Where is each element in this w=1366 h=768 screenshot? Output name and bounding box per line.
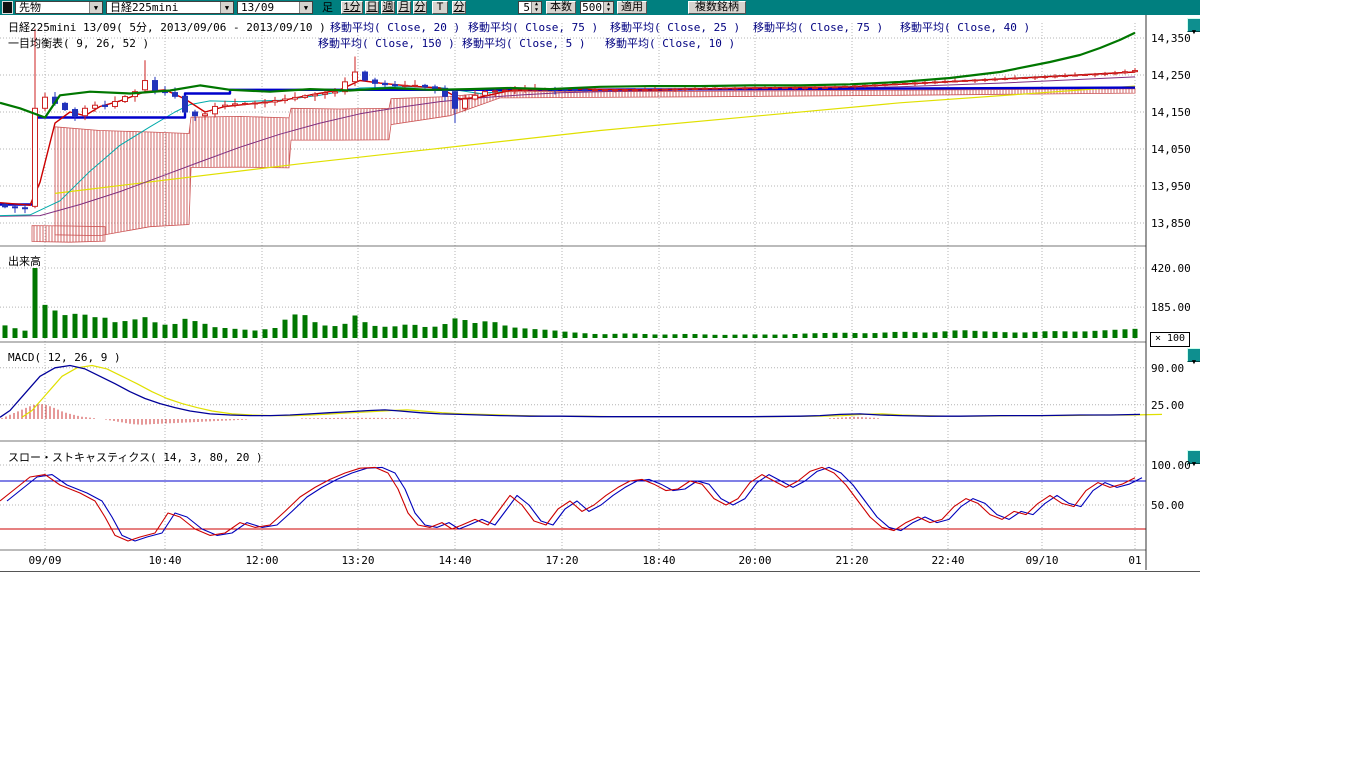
x-axis-label: 12:00	[238, 554, 286, 567]
price-axis-scale-button[interactable]: ▼	[1187, 18, 1200, 32]
period-button-1min[interactable]: 1分	[341, 1, 363, 14]
chevron-down-icon: ▼	[220, 2, 233, 13]
bar-count-value: 500	[581, 2, 603, 13]
y-axis-label: 420.00	[1151, 262, 1191, 275]
chevron-down-icon: ▼	[299, 2, 312, 13]
legend-ma10: 移動平均( Close, 10 )	[605, 35, 735, 51]
y-axis-label: 90.00	[1151, 362, 1184, 375]
contract-month-select[interactable]: 13/09 ▼	[237, 1, 313, 14]
volume-multiplier-badge: × 100	[1150, 332, 1190, 347]
y-axis-label: 14,350	[1151, 32, 1191, 45]
symbol-value: 日経225mini	[107, 2, 220, 13]
period-button-minute[interactable]: 分	[413, 1, 427, 14]
legend-ma40: 移動平均( Close, 40 )	[900, 19, 1030, 35]
y-axis-label: 14,250	[1151, 69, 1191, 82]
legend-chart-title: 日経225mini 13/09( 5分, 2013/09/06 - 2013/0…	[8, 19, 326, 35]
x-axis-label: 09/10	[1018, 554, 1066, 567]
app-icon	[2, 1, 13, 14]
chart-canvas[interactable]	[0, 15, 1200, 571]
trading-app-window: 先物 ▼ 日経225mini ▼ 13/09 ▼ 足 1分 日 週 月 分 T …	[0, 0, 1366, 768]
y-axis-label: 13,950	[1151, 180, 1191, 193]
triangle-down-icon: ▼	[1192, 28, 1196, 36]
x-axis-label: 13:20	[334, 554, 382, 567]
stoch-panel-label: スロー・ストキャスティクス( 14, 3, 80, 20 )	[8, 449, 263, 465]
legend-ma75: 移動平均( Close, 75 )	[468, 19, 598, 35]
spinner-control[interactable]: ▲▼	[531, 2, 541, 13]
x-axis-label: 09/09	[21, 554, 69, 567]
timeframe-label: 足	[322, 1, 333, 14]
legend-ma75b: 移動平均( Close, 75 )	[753, 19, 883, 35]
x-axis-label: 20:00	[731, 554, 779, 567]
period-button-week[interactable]: 週	[381, 1, 395, 14]
x-axis-label: 10:40	[141, 554, 189, 567]
y-axis-label: 50.00	[1151, 499, 1184, 512]
volume-panel-label: 出来高	[8, 253, 41, 269]
x-axis-label: 17:20	[538, 554, 586, 567]
minute-count-input[interactable]: 5 ▲▼	[518, 1, 542, 14]
legend-ma150: 移動平均( Close, 150 )	[318, 35, 455, 51]
symbol-select[interactable]: 日経225mini ▼	[106, 1, 234, 14]
instrument-category-value: 先物	[16, 2, 89, 13]
multi-symbol-button[interactable]: 複数銘柄	[688, 1, 746, 14]
x-axis-label: 22:40	[924, 554, 972, 567]
chart-area: 日経225mini 13/09( 5分, 2013/09/06 - 2013/0…	[0, 15, 1200, 572]
bar-count-button[interactable]: 本数	[546, 1, 576, 14]
apply-button[interactable]: 適用	[617, 1, 647, 14]
legend-ichimoku: 一目均衡表( 9, 26, 52 )	[8, 35, 149, 51]
x-axis-label: 18:40	[635, 554, 683, 567]
triangle-down-icon: ▼	[1192, 460, 1196, 468]
y-axis-label: 14,050	[1151, 143, 1191, 156]
minute-count-value: 5	[519, 2, 531, 13]
legend-ma20: 移動平均( Close, 20 )	[330, 19, 460, 35]
macd-panel-label: MACD( 12, 26, 9 )	[8, 351, 121, 364]
tick-button[interactable]: T	[432, 1, 448, 14]
instrument-category-select[interactable]: 先物 ▼	[15, 1, 103, 14]
y-axis-label: 25.00	[1151, 399, 1184, 412]
period-button-day[interactable]: 日	[365, 1, 379, 14]
y-axis-label: 185.00	[1151, 301, 1191, 314]
x-axis-label: 21:20	[828, 554, 876, 567]
x-axis-label: 14:40	[431, 554, 479, 567]
spinner-control[interactable]: ▲▼	[603, 2, 613, 13]
legend-ma25: 移動平均( Close, 25 )	[610, 19, 740, 35]
macd-axis-scale-button[interactable]: ▼	[1187, 348, 1200, 362]
y-axis-label: 14,150	[1151, 106, 1191, 119]
spinner-down-icon[interactable]: ▼	[604, 8, 613, 14]
legend-ma5: 移動平均( Close, 5 )	[462, 35, 585, 51]
x-axis-label: 01	[1111, 554, 1159, 567]
period-button-month[interactable]: 月	[397, 1, 411, 14]
bar-count-input[interactable]: 500 ▲▼	[580, 1, 614, 14]
toolbar: 先物 ▼ 日経225mini ▼ 13/09 ▼ 足 1分 日 週 月 分 T …	[0, 0, 1200, 16]
minute-mode-button[interactable]: 分	[452, 1, 466, 14]
contract-month-value: 13/09	[238, 2, 299, 13]
y-axis-label: 13,850	[1151, 217, 1191, 230]
triangle-down-icon: ▼	[1192, 358, 1196, 366]
spinner-down-icon[interactable]: ▼	[532, 8, 541, 14]
y-axis-label: 100.00	[1151, 459, 1191, 472]
chevron-down-icon: ▼	[89, 2, 102, 13]
